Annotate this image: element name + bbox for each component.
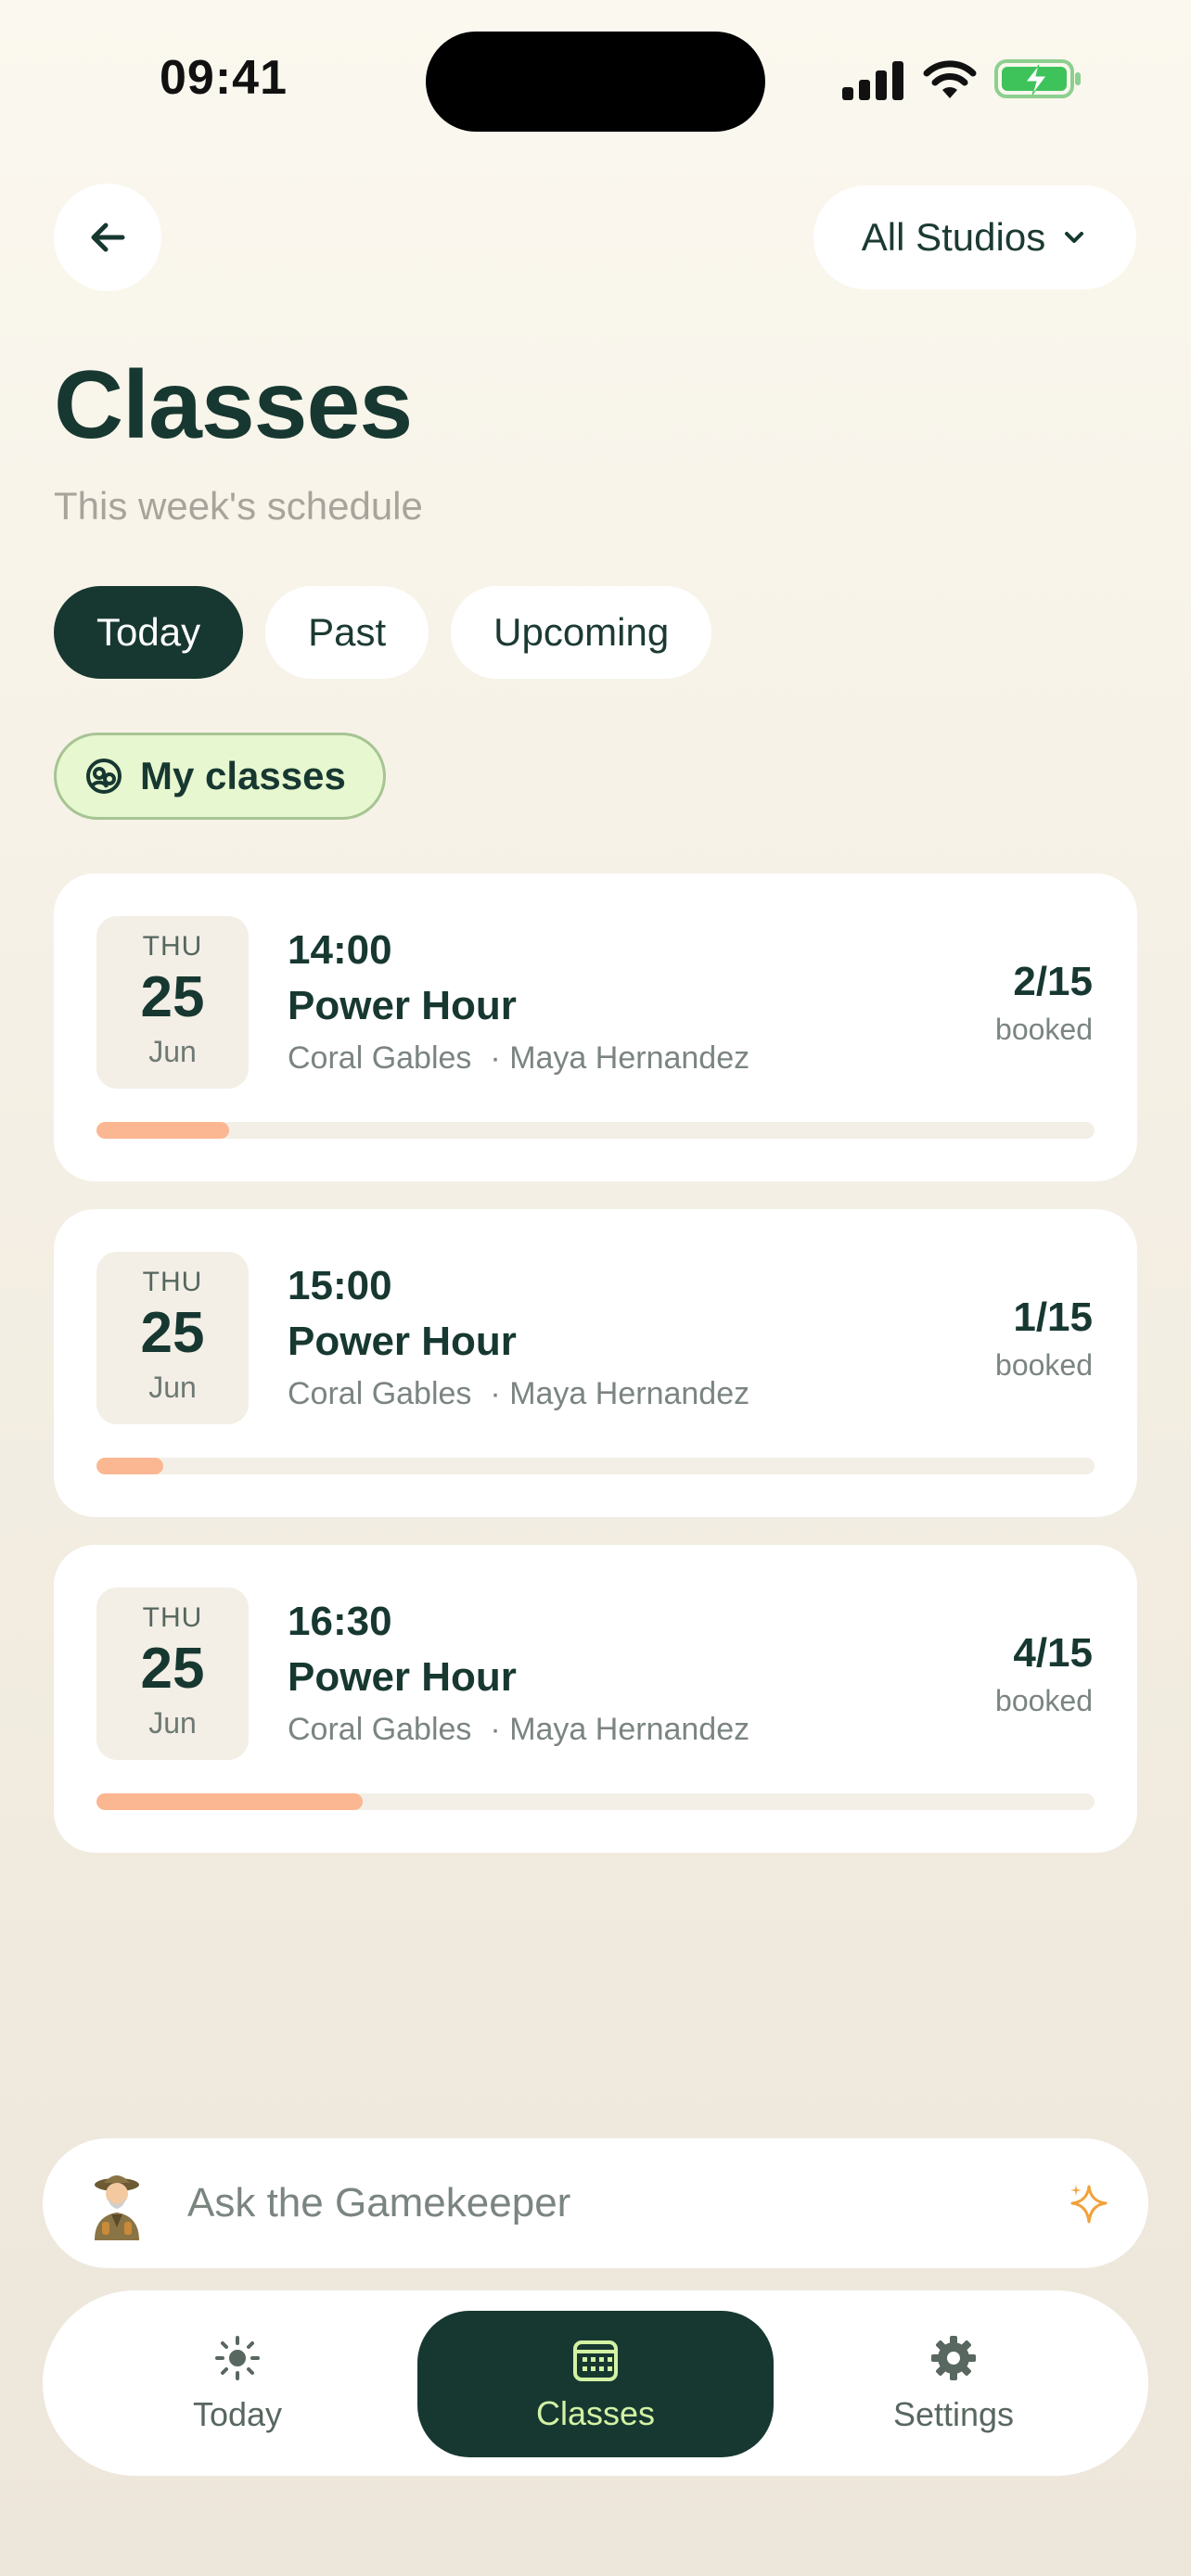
arrow-left-icon: [91, 223, 125, 252]
class-location: Coral Gables: [288, 1040, 472, 1076]
capacity-progress-bar: [96, 1793, 1095, 1810]
studio-filter-dropdown[interactable]: All Studios: [813, 185, 1136, 289]
class-location: Coral Gables: [288, 1376, 472, 1411]
nav-label-settings: Settings: [892, 2395, 1015, 2433]
class-location: Coral Gables: [288, 1712, 472, 1747]
nav-item-settings[interactable]: Settings: [814, 2290, 1093, 2476]
nav-item-classes[interactable]: Classes: [417, 2311, 774, 2457]
class-name: Power Hour: [288, 983, 517, 1028]
tab-upcoming[interactable]: Upcoming: [451, 586, 712, 679]
date-day: 25: [140, 965, 205, 1029]
capacity-progress-bar: [96, 1458, 1095, 1474]
booked-label: booked: [995, 1348, 1093, 1382]
class-time: 16:30: [288, 1599, 392, 1644]
chevron-down-icon: [1065, 232, 1084, 243]
nav-label-today: Today: [192, 2395, 283, 2433]
dynamic-island: [426, 32, 765, 132]
studio-filter-label: All Studios: [861, 215, 1046, 259]
date-badge: THU 25 Jun: [96, 916, 249, 1089]
date-weekday: THU: [142, 1602, 203, 1633]
capacity-progress-bar: [96, 1122, 1095, 1139]
status-time: 09:41: [160, 51, 288, 105]
class-card[interactable]: THU 25 Jun 16:30 Power Hour Coral Gables…: [54, 1545, 1137, 1853]
ask-gamekeeper-placeholder: Ask the Gamekeeper: [187, 2180, 571, 2225]
class-name: Power Hour: [288, 1319, 517, 1364]
class-meta: Coral Gables · Maya Hernandez: [288, 1376, 749, 1412]
class-instructor: · Maya Hernandez: [490, 1712, 750, 1747]
class-instructor: · Maya Hernandez: [490, 1376, 750, 1411]
my-classes-label: My classes: [140, 754, 346, 797]
booked-label: booked: [995, 1684, 1093, 1717]
nav-item-today[interactable]: Today: [98, 2290, 377, 2476]
date-weekday: THU: [142, 1267, 203, 1297]
class-list: THU 25 Jun 14:00 Power Hour Coral Gables…: [54, 874, 1137, 1881]
bottom-navigation: Today Classes Settings: [43, 2290, 1148, 2476]
class-card[interactable]: THU 25 Jun 14:00 Power Hour Coral Gables…: [54, 874, 1137, 1181]
capacity-progress-fill: [96, 1458, 164, 1474]
class-card[interactable]: THU 25 Jun 15:00 Power Hour Coral Gables…: [54, 1209, 1137, 1517]
date-day: 25: [140, 1301, 205, 1365]
date-day: 25: [140, 1637, 205, 1701]
booked-count: 4/15: [1013, 1630, 1093, 1676]
date-month: Jun: [148, 1371, 197, 1404]
booked-count: 1/15: [1013, 1294, 1093, 1340]
class-name: Power Hour: [288, 1654, 517, 1700]
gamekeeper-avatar: [95, 2175, 139, 2240]
sun-icon: [215, 2336, 260, 2380]
my-classes-filter-chip[interactable]: My classes: [54, 733, 386, 820]
date-month: Jun: [148, 1035, 197, 1068]
capacity-progress-fill: [96, 1122, 230, 1139]
class-time: 15:00: [288, 1263, 392, 1308]
my-classes-icon: [86, 759, 122, 794]
tab-today[interactable]: Today: [54, 586, 244, 679]
booked-label: booked: [995, 1013, 1093, 1046]
gear-icon: [931, 2336, 976, 2380]
status-bar: 09:41: [0, 0, 1191, 158]
date-weekday: THU: [142, 931, 203, 962]
nav-label-classes: Classes: [535, 2394, 656, 2432]
sparkle-icon[interactable]: [1065, 2179, 1113, 2227]
calendar-icon: [573, 2340, 618, 2381]
class-meta: Coral Gables · Maya Hernandez: [288, 1040, 749, 1077]
date-month: Jun: [148, 1706, 197, 1740]
back-button[interactable]: [54, 184, 161, 291]
class-instructor: · Maya Hernandez: [490, 1040, 750, 1076]
page-subtitle: This week's schedule: [54, 484, 423, 528]
class-time: 14:00: [288, 927, 392, 973]
capacity-progress-fill: [96, 1793, 364, 1810]
date-badge: THU 25 Jun: [96, 1252, 249, 1424]
tab-past[interactable]: Past: [265, 586, 429, 679]
wifi-icon: [923, 60, 977, 98]
date-badge: THU 25 Jun: [96, 1588, 249, 1760]
class-meta: Coral Gables · Maya Hernandez: [288, 1712, 749, 1748]
ask-gamekeeper-bar[interactable]: Ask the Gamekeeper: [43, 2138, 1148, 2268]
cellular-signal-icon: [842, 59, 905, 100]
schedule-tabs: Today Past Upcoming: [54, 586, 712, 679]
page-title: Classes: [54, 351, 413, 459]
battery-charging-icon: [994, 59, 1081, 98]
booked-count: 2/15: [1013, 959, 1093, 1004]
